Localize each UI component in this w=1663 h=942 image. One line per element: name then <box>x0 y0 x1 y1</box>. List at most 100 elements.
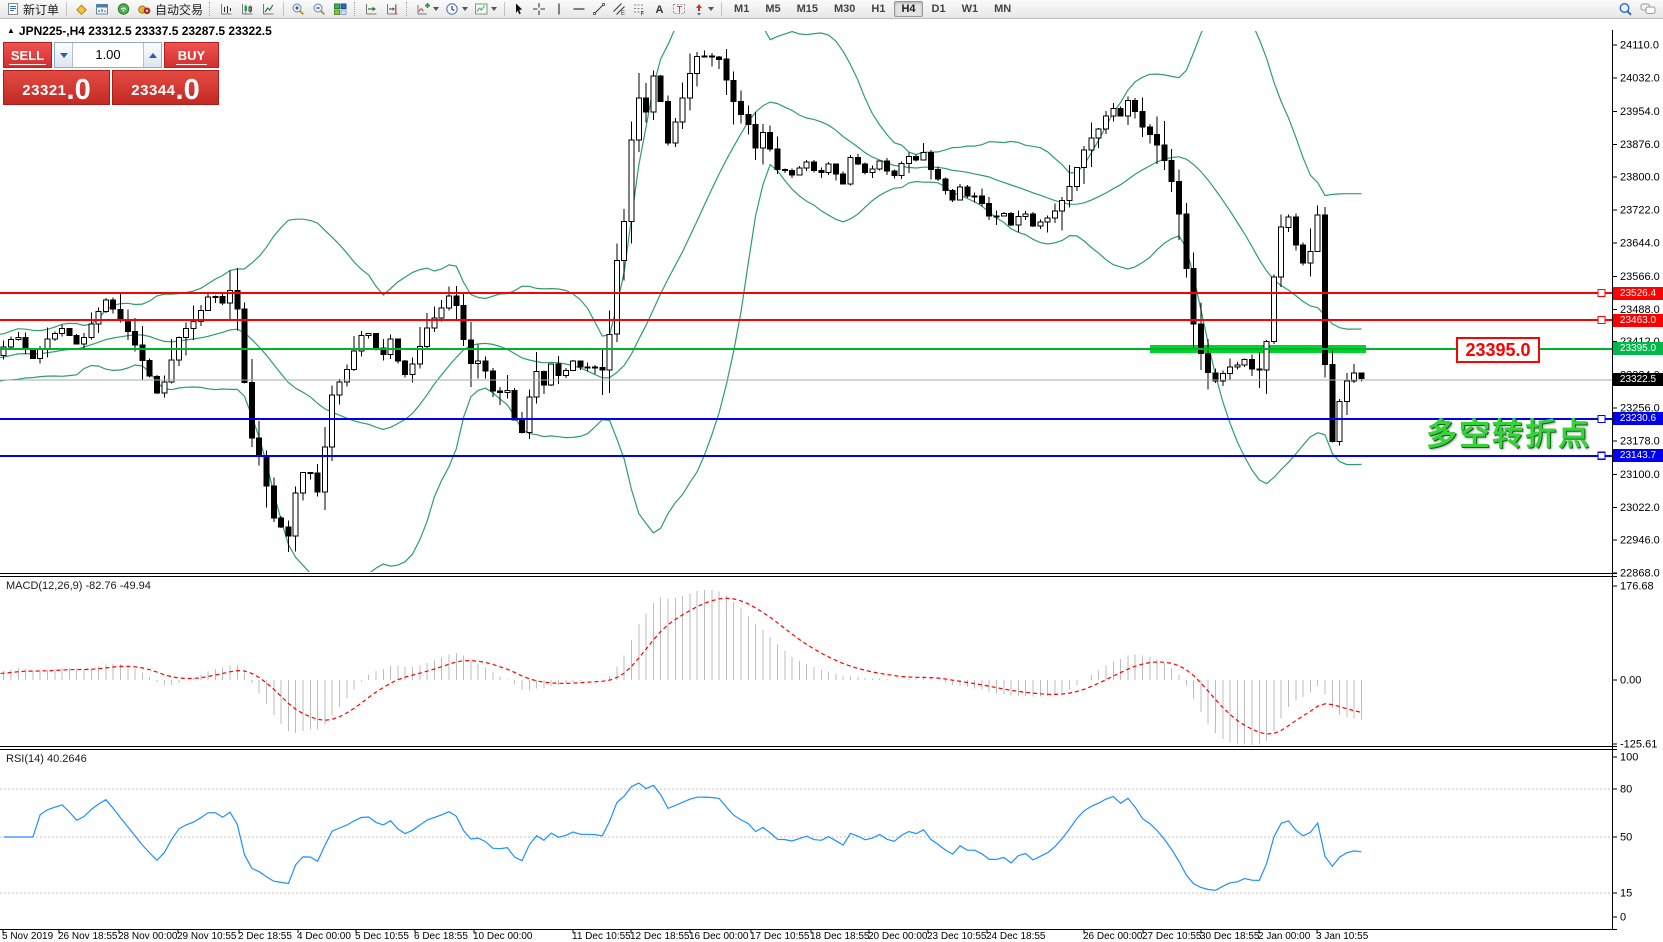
periods-button[interactable] <box>443 1 470 18</box>
svg-text:23566.0: 23566.0 <box>1620 271 1660 283</box>
caret-down-icon <box>60 53 68 58</box>
time-axis-label: 27 Dec 10:55 <box>1142 931 1202 942</box>
macd-histogram <box>4 590 1362 745</box>
price-line-tag: 23143.7 <box>1613 449 1663 462</box>
buy-button[interactable]: BUY <box>164 42 219 68</box>
chat-icon[interactable] <box>1638 1 1659 18</box>
svg-text:23722.0: 23722.0 <box>1620 204 1660 216</box>
svg-text:F: F <box>641 12 645 17</box>
trade-panel-price-row: 23321.0 23344.0 <box>3 70 219 105</box>
timeframe-button-W1[interactable]: W1 <box>955 1 986 17</box>
svg-text:50: 50 <box>1620 832 1632 844</box>
volume-decrease-button[interactable] <box>55 43 73 67</box>
timeframe-button-M30[interactable]: M30 <box>827 1 862 17</box>
time-axis-label: 24 Dec 18:55 <box>986 931 1046 942</box>
text-label-icon[interactable]: T <box>670 1 688 18</box>
cursor-icon[interactable] <box>510 1 528 18</box>
turning-point-annotation: 多空转折点 <box>1426 409 1591 454</box>
crosshair-icon[interactable] <box>530 1 548 18</box>
svg-text:23954.0: 23954.0 <box>1620 106 1660 118</box>
clock-icon <box>445 2 460 16</box>
indicators-button[interactable] <box>414 1 441 18</box>
mt4-terminal: { "toolbar": { "new_order_label": "新订单",… <box>0 0 1663 941</box>
timeframe-button-M1[interactable]: M1 <box>727 1 756 17</box>
time-axis-label: 16 Dec 00:00 <box>689 931 749 942</box>
horizontal-line-icon[interactable] <box>570 1 588 18</box>
timeframe-bar: M1M5M15M30H1H4D1W1MN <box>726 1 1019 17</box>
zoom-in-icon[interactable] <box>289 1 308 18</box>
time-axis-label: 18 Dec 18:55 <box>810 931 870 942</box>
arrows-icon <box>692 2 706 16</box>
dropdown-caret-icon <box>491 7 497 11</box>
timeframe-button-M5[interactable]: M5 <box>758 1 787 17</box>
chart-title-text: JPN225-,H4 23312.5 23337.5 23287.5 23322… <box>19 24 272 38</box>
trade-panel-top-row: SELL 1.00 BUY <box>3 42 219 68</box>
svg-text:100: 100 <box>1620 752 1638 764</box>
new-order-label: 新订单 <box>23 1 59 18</box>
sell-price-dec: .0 <box>67 78 91 103</box>
time-axis-label: 30 Dec 18:55 <box>1200 931 1260 942</box>
svg-text:A: A <box>656 4 664 16</box>
svg-text:T: T <box>677 5 683 15</box>
svg-text:80: 80 <box>1620 784 1632 796</box>
price-line-tag: 23526.4 <box>1613 287 1663 300</box>
sell-button-label: SELL <box>9 48 46 65</box>
time-axis-label: 5 Nov 2019 <box>2 931 53 942</box>
time-axis-label: 26 Nov 18:55 <box>58 931 118 942</box>
auto-trading-button[interactable]: 自动交易 <box>135 1 205 18</box>
fibonacci-icon[interactable]: F <box>630 1 648 18</box>
chart-title-marker-icon: ▲ <box>7 26 15 35</box>
candlestick-chart-icon[interactable] <box>238 1 257 18</box>
time-axis-label: 12 Dec 18:55 <box>630 931 690 942</box>
indicators-icon <box>416 2 431 16</box>
sell-price-button[interactable]: 23321.0 <box>3 70 110 105</box>
toolbar-separator <box>721 2 722 16</box>
search-icon[interactable] <box>1616 1 1636 18</box>
templates-button[interactable] <box>472 1 499 18</box>
time-axis-label: 4 Dec 00:00 <box>297 931 351 942</box>
timeframe-button-MN[interactable]: MN <box>987 1 1018 17</box>
bar-chart-icon[interactable] <box>217 1 236 18</box>
auto-trading-label: 自动交易 <box>155 1 203 18</box>
tile-windows-icon[interactable] <box>331 1 350 18</box>
volume-input[interactable]: 1.00 <box>73 43 143 67</box>
equidistant-channel-icon[interactable]: E <box>610 1 628 18</box>
buy-button-label: BUY <box>176 48 207 65</box>
svg-text:23100.0: 23100.0 <box>1620 469 1660 481</box>
trendline-icon[interactable] <box>590 1 608 18</box>
signals-icon[interactable] <box>114 1 133 18</box>
buy-price-button[interactable]: 23344.0 <box>112 70 219 105</box>
timeframe-button-H4[interactable]: H4 <box>894 1 922 17</box>
time-axis-label: 2 Dec 18:55 <box>238 931 292 942</box>
chart-shift-icon[interactable] <box>383 1 402 18</box>
candlesticks <box>0 49 1364 552</box>
new-order-icon <box>6 2 20 16</box>
new-order-button[interactable]: 新订单 <box>4 1 61 18</box>
svg-text:23178.0: 23178.0 <box>1620 436 1660 448</box>
buy-price-dec: .0 <box>176 78 200 103</box>
vertical-line-icon[interactable] <box>550 1 568 18</box>
text-icon[interactable]: A <box>650 1 668 18</box>
volume-increase-button[interactable] <box>143 43 161 67</box>
sell-price-int: 23321 <box>22 83 66 98</box>
timeframe-button-M15[interactable]: M15 <box>790 1 825 17</box>
time-axis-label: 23 Dec 10:55 <box>927 931 987 942</box>
svg-text:15: 15 <box>1620 888 1632 900</box>
zoom-out-icon[interactable] <box>310 1 329 18</box>
market-watch-icon[interactable] <box>93 1 112 18</box>
timeframe-button-D1[interactable]: D1 <box>925 1 953 17</box>
auto-scroll-icon[interactable] <box>362 1 381 18</box>
sell-button[interactable]: SELL <box>3 42 52 68</box>
profiles-icon[interactable] <box>72 1 91 18</box>
volume-spinner: 1.00 <box>54 42 162 68</box>
line-chart-icon[interactable] <box>259 1 278 18</box>
price-callout-label[interactable]: 23395.0 <box>1456 337 1540 363</box>
svg-text:22868.0: 22868.0 <box>1620 568 1660 580</box>
price-axis-labels: 24110.024032.023954.023876.023800.023722… <box>1620 40 1660 924</box>
price-line-tag: 23395.0 <box>1613 342 1663 355</box>
timeframe-button-H1[interactable]: H1 <box>864 1 892 17</box>
price-line-tag: 23463.0 <box>1613 314 1663 327</box>
arrows-button[interactable] <box>690 1 716 18</box>
svg-text:22946.0: 22946.0 <box>1620 534 1660 546</box>
chart-title: ▲ JPN225-,H4 23312.5 23337.5 23287.5 2332… <box>7 24 272 38</box>
